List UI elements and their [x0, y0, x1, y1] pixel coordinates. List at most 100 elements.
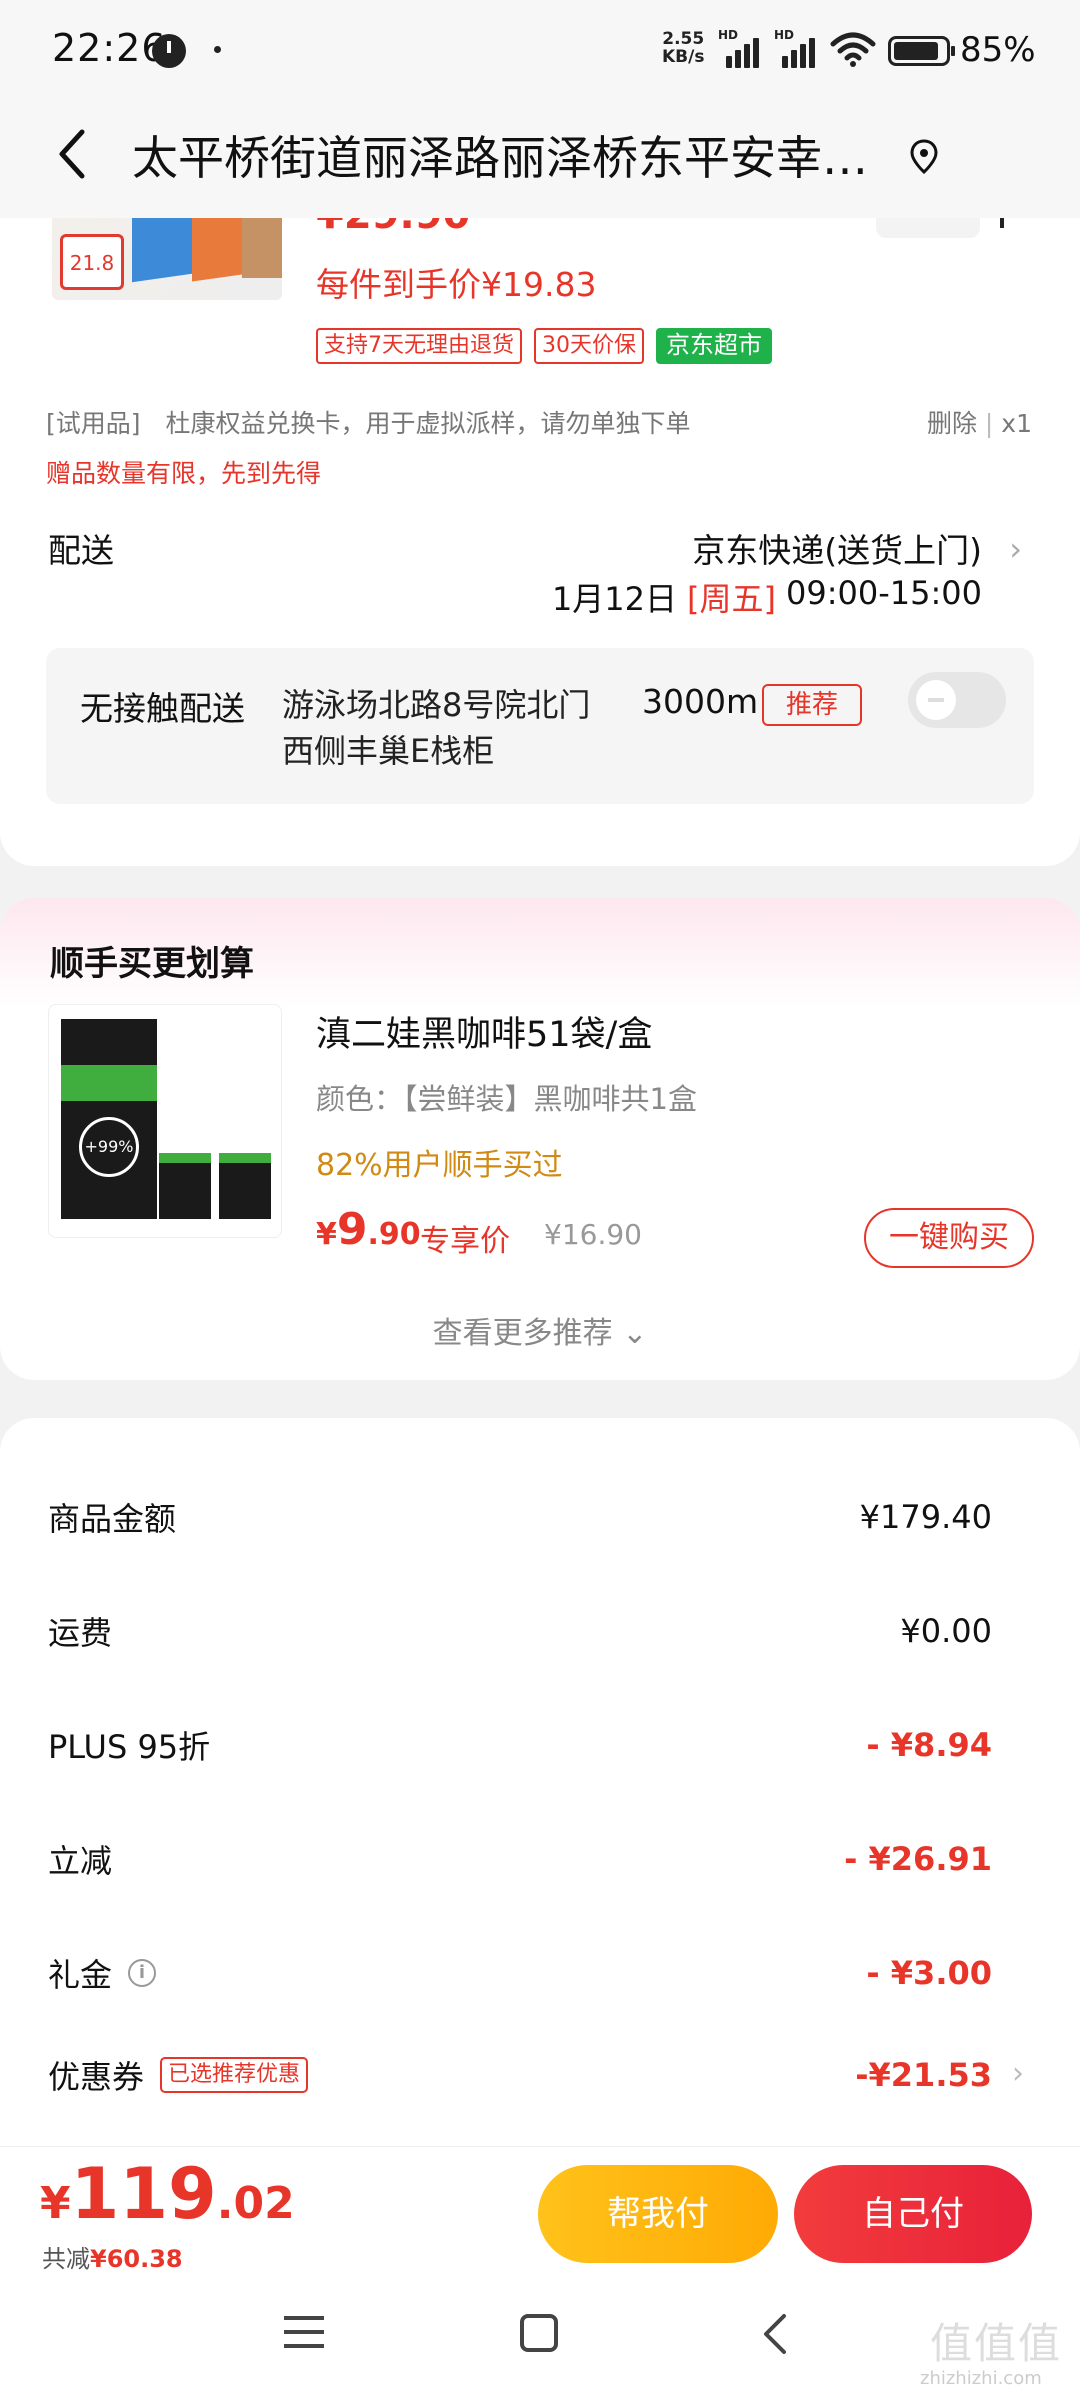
wifi-icon: [830, 32, 876, 67]
status-time: 22:26: [52, 26, 167, 70]
product-price: ¥29.90: [316, 218, 470, 238]
exclusive-price-label: 专享价: [420, 1224, 510, 1259]
network-speed-unit: KB/s: [662, 47, 705, 67]
instant-discount-value: - ¥26.91: [844, 1840, 992, 1878]
alarm-clock-icon: [152, 34, 186, 68]
total-dec: .02: [216, 2178, 295, 2229]
network-speed-value: 2.55: [662, 29, 705, 49]
upsell-product-image[interactable]: +99%: [48, 1004, 282, 1238]
chevron-right-icon[interactable]: ›: [1012, 2056, 1024, 2091]
upsell-price-dec: .90: [367, 1217, 421, 1252]
hd-label-2: HD: [774, 28, 795, 42]
summary-row-gift-money: 礼金 i - ¥3.00: [48, 1950, 992, 2010]
network-speed: 2.55 KB/s: [662, 30, 704, 66]
summary-row-plus: PLUS 95折 - ¥8.94: [48, 1722, 992, 1782]
upsell-thumb-badge: +99%: [79, 1117, 139, 1177]
instant-discount-label: 立减: [48, 1842, 113, 1880]
gift-delete-button[interactable]: 删除: [927, 409, 977, 438]
price-protect-tag: 30天价保: [534, 328, 644, 364]
upsell-product-spec: 颜色：【尝鲜装】黑咖啡共1盒: [316, 1082, 697, 1116]
thumbnail-price-tag: 21.8: [60, 234, 124, 290]
self-pay-button[interactable]: 自己付: [794, 2165, 1032, 2263]
signal-strength-icon: HD: [718, 28, 764, 68]
gift-money-value: - ¥3.00: [866, 1954, 992, 1992]
upsell-social-proof: 82%用户顺手买过: [316, 1148, 563, 1183]
upsell-card: 顺手买更划算 +99% 滇二娃黑咖啡51袋/盒 颜色：【尝鲜装】黑咖啡共1盒 8…: [0, 898, 1080, 1380]
gift-limited-note: 赠品数量有限，先到先得: [46, 459, 322, 488]
delivery-weekday: [周五]: [687, 580, 777, 618]
order-card: 21.8 ¥29.90 每件到手价¥19.83 支持7天无理由退货 30天价保 …: [0, 218, 1080, 866]
gift-item-text: [试用品] 杜康权益兑换卡，用于虚拟派样，请勿单独下单: [46, 409, 691, 438]
total-int: 119: [70, 2153, 217, 2235]
chevron-right-icon[interactable]: ›: [1009, 530, 1022, 568]
total-price: ¥119.02: [40, 2153, 295, 2235]
battery-icon: [888, 36, 955, 66]
gift-money-label: 礼金: [48, 1956, 113, 1994]
contactless-label: 无接触配送: [80, 689, 245, 728]
back-triangle-icon[interactable]: [760, 2312, 790, 2356]
home-square-icon[interactable]: [520, 2314, 558, 2352]
total-saved: 共减¥60.38: [42, 2239, 183, 2274]
total-currency: ¥: [40, 2178, 71, 2229]
system-nav-bar: 值值值 zhizhizhi.com: [0, 2272, 1080, 2400]
total-saved-label: 共减: [42, 2245, 90, 2273]
gift-quantity: x1: [1001, 409, 1032, 438]
price-summary-card: 商品金额 ¥179.40 运费 ¥0.00 PLUS 95折 - ¥8.94 立…: [0, 1418, 1080, 2148]
address-title[interactable]: 太平桥街道丽泽路丽泽桥东平安幸…: [132, 122, 892, 188]
one-click-buy-button[interactable]: 一键购买: [864, 1208, 1034, 1268]
menu-icon[interactable]: [284, 2316, 324, 2350]
friend-pay-button[interactable]: 帮我付: [538, 2165, 778, 2263]
summary-row-instant: 立减 - ¥26.91: [48, 1836, 992, 1896]
info-icon[interactable]: i: [128, 1959, 157, 1987]
plus-discount-label: PLUS 95折: [48, 1728, 211, 1766]
battery-percent: 85%: [960, 30, 1036, 70]
return-policy-tag: 支持7天无理由退货: [316, 328, 522, 364]
delivery-time[interactable]: 1月12日 [周五] 09:00-15:00: [552, 574, 982, 620]
summary-row-coupon[interactable]: 优惠券 已选推荐优惠 -¥21.53 ›: [48, 2052, 1024, 2112]
coupon-label: 优惠券: [48, 2058, 145, 2096]
upsell-price-int: 9: [336, 1204, 368, 1255]
upsell-product-name[interactable]: 滇二娃黑咖啡51袋/盒: [316, 1006, 652, 1057]
upsell-price-currency: ¥: [316, 1217, 337, 1252]
locker-address: 游泳场北路8号院北门西侧丰巢E栈柜: [282, 686, 591, 770]
delivery-label: 配送: [48, 531, 114, 570]
signal-strength-icon-2: HD: [774, 28, 820, 68]
subtotal-value: ¥179.40: [859, 1498, 992, 1536]
recommend-badge: 推荐: [762, 684, 862, 726]
summary-row-shipping: 运费 ¥0.00: [48, 1608, 992, 1668]
hd-label: HD: [718, 28, 739, 42]
contactless-toggle[interactable]: [908, 672, 1006, 728]
chevron-left-icon[interactable]: [48, 124, 98, 184]
delivery-method[interactable]: 京东快递(送货上门): [692, 524, 982, 572]
plus-discount-value: - ¥8.94: [866, 1726, 992, 1764]
product-thumbnail[interactable]: 21.8: [52, 218, 282, 300]
per-item-price: 每件到手价¥19.83: [316, 265, 597, 304]
delivery-date: 1月12日: [551, 580, 678, 618]
coupon-selected-tag: 已选推荐优惠: [160, 2057, 309, 2093]
status-bar: 22:26 2.55 KB/s HD HD 85%: [0, 0, 1080, 100]
upsell-price: ¥9.90: [316, 1204, 421, 1255]
jd-supermarket-tag: 京东超市: [656, 328, 772, 364]
delivery-window: 09:00-15:00: [786, 574, 982, 612]
shipping-value: ¥0.00: [900, 1612, 992, 1650]
summary-row-subtotal: 商品金额 ¥179.40: [48, 1494, 992, 1554]
original-price: ¥16.90: [544, 1218, 642, 1251]
notification-dot-icon: [214, 46, 221, 53]
shipping-label: 运费: [48, 1614, 113, 1652]
location-pin-icon[interactable]: [908, 138, 940, 176]
upsell-title: 顺手买更划算: [50, 944, 254, 984]
coupon-value: -¥21.53: [855, 2056, 992, 2094]
watermark-logo: 值值值: [930, 2319, 1063, 2368]
header: 太平桥街道丽泽路丽泽桥东平安幸…: [0, 100, 1080, 218]
contactless-delivery-panel: 无接触配送 游泳场北路8号院北门西侧丰巢E栈柜 3000m 推荐: [46, 648, 1034, 804]
checkout-bar: ¥119.02 共减¥60.38 帮我付 自己付: [0, 2146, 1080, 2274]
total-saved-value: ¥60.38: [90, 2245, 183, 2273]
gift-actions: 删除 | x1: [926, 409, 1032, 438]
plus-icon[interactable]: [1000, 218, 1004, 228]
more-recommendations-link[interactable]: 查看更多推荐 ⌄: [0, 1308, 1080, 1352]
watermark-url: zhizhizhi.com: [920, 2368, 1042, 2389]
quantity-stepper[interactable]: [876, 218, 980, 238]
locker-distance: 3000m: [642, 682, 759, 721]
service-tags: 支持7天无理由退货 30天价保 京东超市: [316, 328, 772, 364]
subtotal-label: 商品金额: [48, 1500, 177, 1538]
